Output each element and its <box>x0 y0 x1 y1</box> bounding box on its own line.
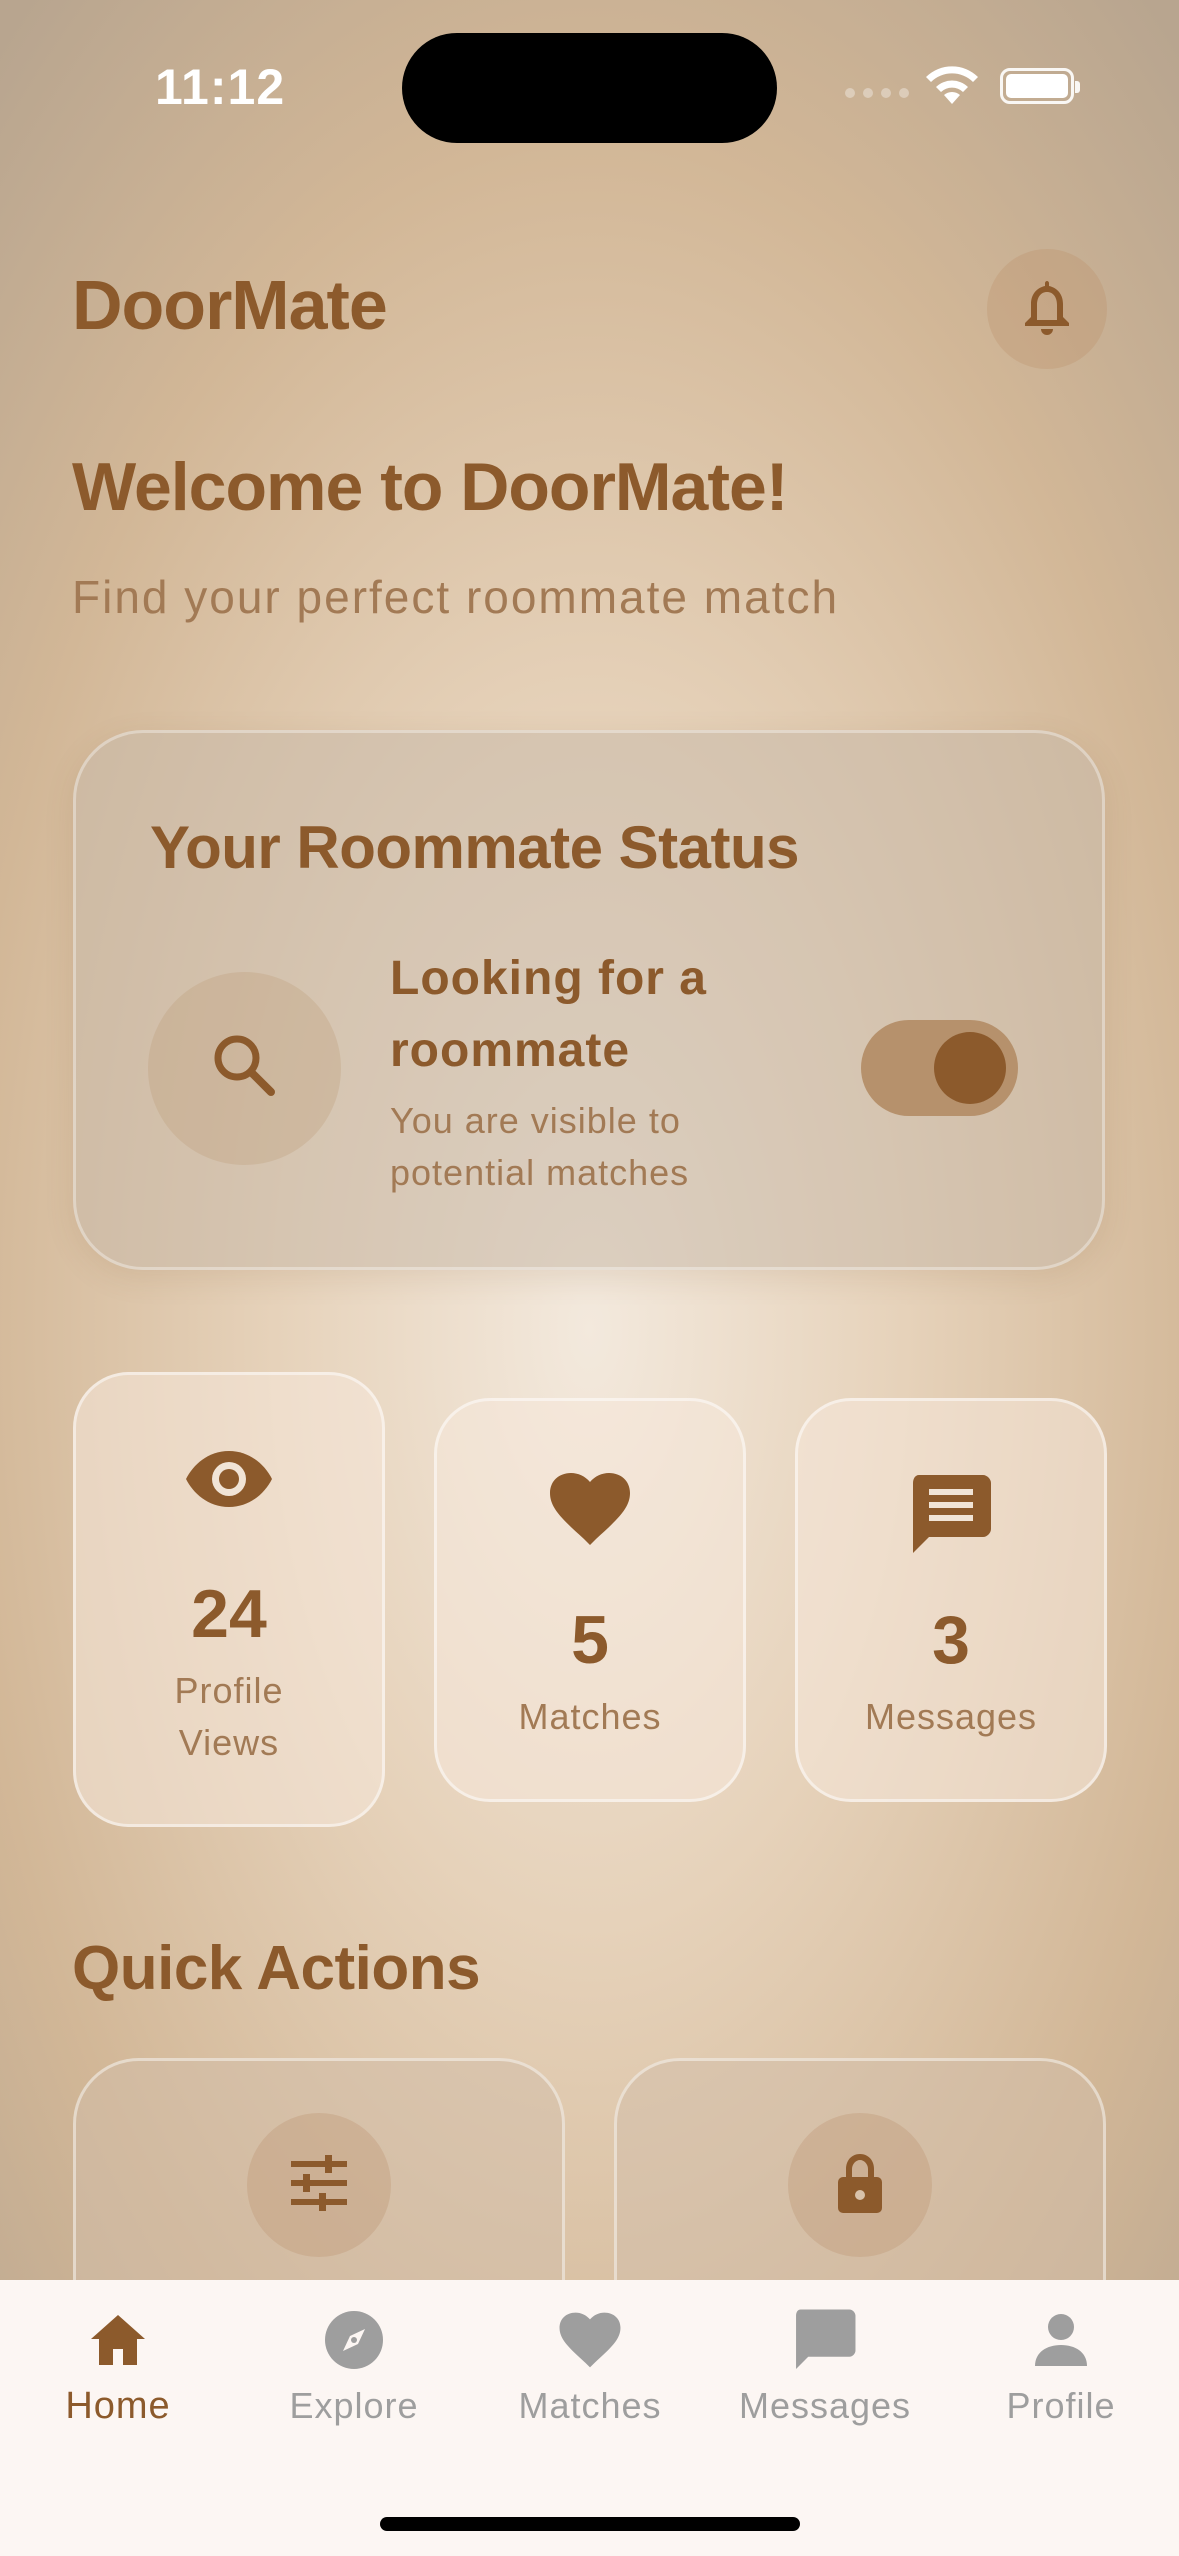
stat-value: 24 <box>191 1576 267 1652</box>
status-description: You are visible to potential matches <box>390 1100 690 1193</box>
notifications-button[interactable] <box>987 249 1107 369</box>
tab-label: Matches <box>518 2385 662 2426</box>
heart-icon <box>472 2305 708 2375</box>
stat-value: 3 <box>932 1602 970 1678</box>
tab-messages[interactable]: Messages <box>707 2305 943 2427</box>
battery-icon <box>1000 68 1080 104</box>
compass-icon <box>236 2305 472 2375</box>
status-time: 11:12 <box>155 59 286 115</box>
stat-card-profile-views[interactable]: 24 Profile Views <box>73 1372 385 1827</box>
lock-icon <box>834 2151 886 2220</box>
message-icon <box>707 2305 943 2375</box>
message-icon <box>909 1473 993 1562</box>
quick-action-icon-badge <box>788 2113 932 2257</box>
looking-toggle[interactable] <box>861 1020 1018 1116</box>
app-brand: DoorMate <box>72 266 388 344</box>
stat-label: Matches <box>518 1696 662 1737</box>
wifi-icon <box>922 60 982 111</box>
stat-card-matches[interactable]: 5 Matches <box>434 1398 746 1802</box>
stat-label: Profile Views <box>174 1670 284 1763</box>
home-indicator <box>380 2517 800 2531</box>
tab-label: Home <box>65 2385 171 2427</box>
person-icon <box>943 2305 1179 2375</box>
stat-label: Messages <box>864 1696 1038 1737</box>
tab-label: Explore <box>289 2385 419 2426</box>
tab-explore[interactable]: Explore <box>236 2305 472 2427</box>
welcome-title: Welcome to DoorMate! <box>72 449 788 525</box>
search-icon <box>205 1026 285 1111</box>
toggle-knob <box>934 1032 1006 1104</box>
stat-card-messages[interactable]: 3 Messages <box>795 1398 1107 1802</box>
tab-label: Messages <box>738 2385 912 2426</box>
stat-value: 5 <box>571 1602 609 1678</box>
dynamic-island <box>402 33 777 143</box>
bell-icon <box>1019 277 1075 342</box>
tab-matches[interactable]: Matches <box>472 2305 708 2427</box>
home-icon <box>0 2305 236 2375</box>
tab-profile[interactable]: Profile <box>943 2305 1179 2427</box>
sliders-icon <box>289 2154 349 2216</box>
quick-action-icon-badge <box>247 2113 391 2257</box>
status-heading: Looking for a roommate <box>390 952 707 1077</box>
tab-label: Profile <box>1006 2385 1116 2426</box>
search-icon-badge <box>148 972 341 1165</box>
eye-icon <box>184 1447 274 1516</box>
welcome-subtitle: Find your perfect roommate match <box>72 571 840 623</box>
quick-actions-title: Quick Actions <box>72 1934 481 2003</box>
tab-home[interactable]: Home <box>0 2305 236 2428</box>
cellular-signal-icon <box>845 88 909 98</box>
heart-icon <box>548 1471 632 1552</box>
status-card-title: Your Roommate Status <box>150 814 799 881</box>
